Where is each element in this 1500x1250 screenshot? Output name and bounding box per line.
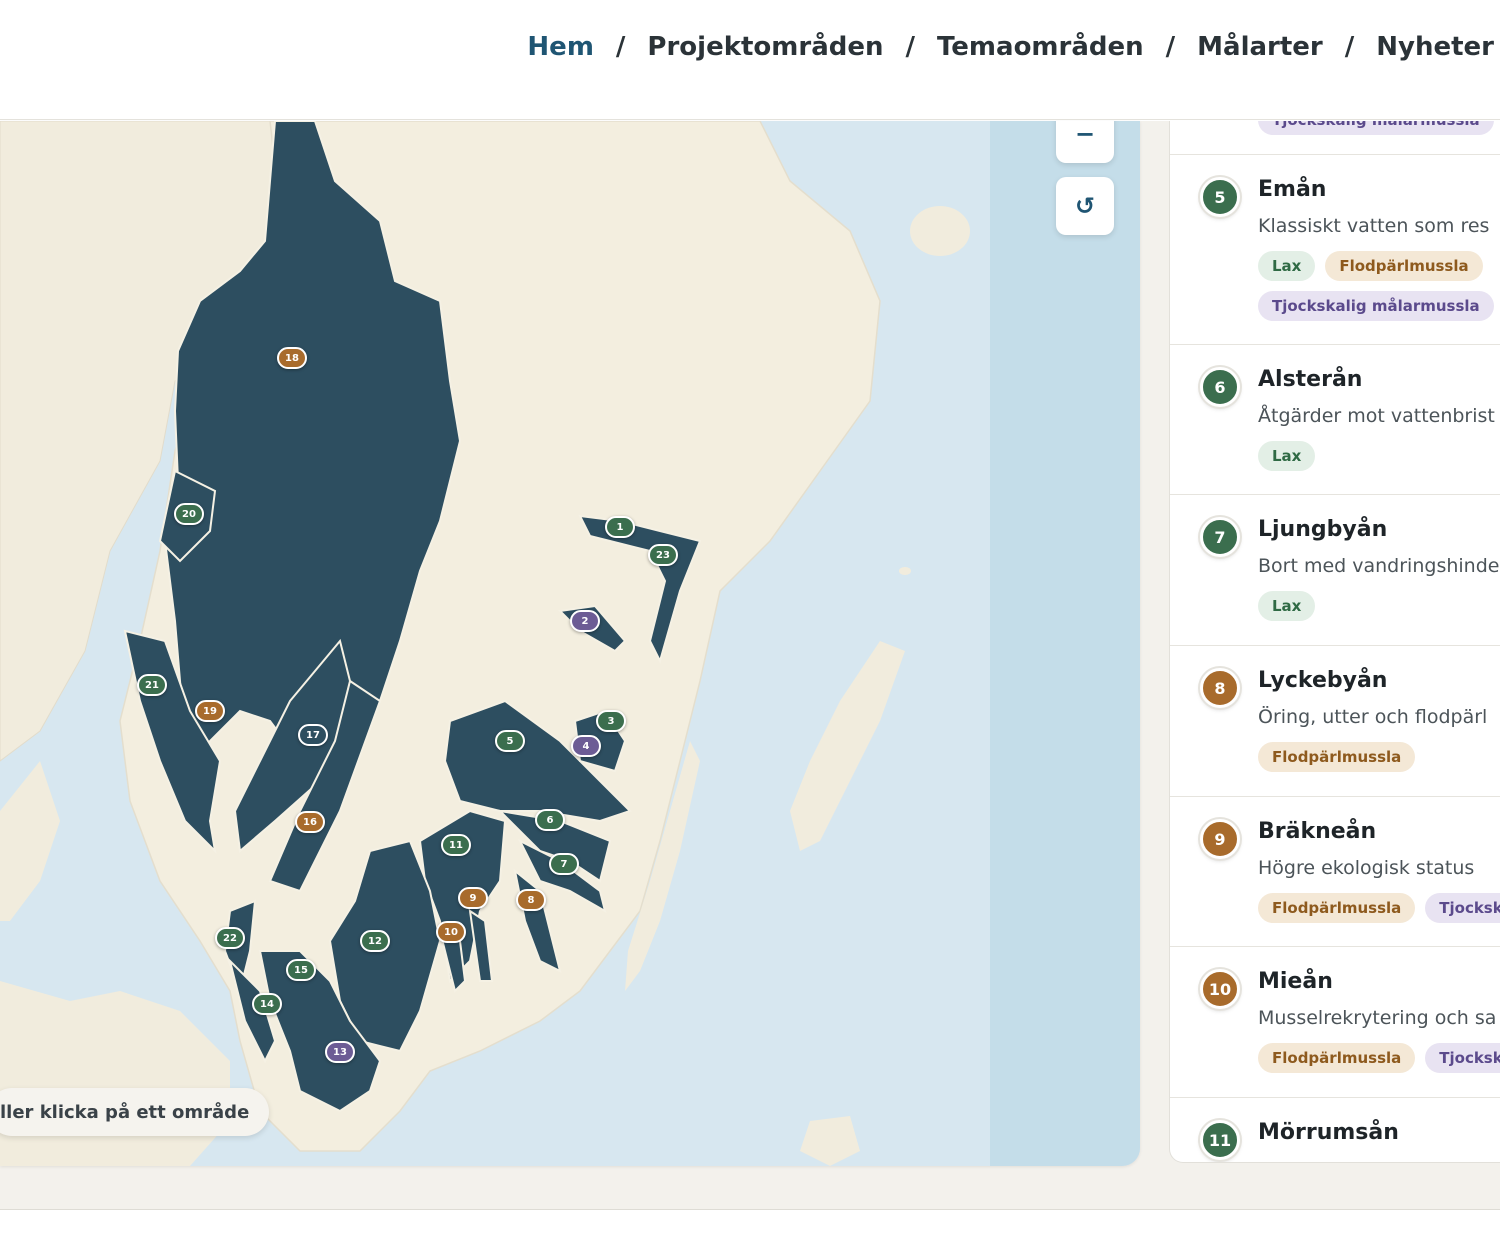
item-tags: Flodpärlmussla Tjocksk xyxy=(1258,893,1500,923)
tag-flodparlmussla: Flodpärlmussla xyxy=(1325,251,1483,281)
list-item-morrumsan[interactable]: 11 Mörrumsån xyxy=(1170,1098,1500,1162)
list-item-eman[interactable]: 5 Emån Klassiskt vatten som res Lax Flod… xyxy=(1170,155,1500,345)
item-number-badge: 8 xyxy=(1200,668,1240,708)
item-tags: Lax Flodpärlmussla Tjockskalig målarmuss… xyxy=(1258,251,1500,321)
item-title: Bräkneån xyxy=(1258,819,1377,844)
list-item-brakneaan[interactable]: 9 Bräkneån Högre ekologisk status Flodpä… xyxy=(1170,797,1500,947)
map-canvas xyxy=(0,121,1140,1166)
item-number-badge: 6 xyxy=(1200,367,1240,407)
map-marker-18[interactable]: 18 xyxy=(277,347,307,369)
item-title: Alsterån xyxy=(1258,367,1363,392)
reset-icon: ↺ xyxy=(1074,192,1096,220)
item-tags: Flodpärlmussla Tjocksk xyxy=(1258,1043,1500,1073)
item-title: Emån xyxy=(1258,177,1327,202)
item-title: Ljungbyån xyxy=(1258,517,1388,542)
map-marker-14[interactable]: 14 xyxy=(252,993,282,1015)
map-marker-10[interactable]: 10 xyxy=(436,921,466,943)
map-marker-2[interactable]: 2 xyxy=(570,610,600,632)
list-item-lyckebyan[interactable]: 8 Lyckebyån Öring, utter och flodpärl Fl… xyxy=(1170,646,1500,797)
nav-separator: / xyxy=(1344,32,1355,62)
nav-separator: / xyxy=(615,32,626,62)
tag-lax: Lax xyxy=(1258,591,1316,621)
item-description: Öring, utter och flodpärl xyxy=(1258,706,1488,728)
item-title: Mieån xyxy=(1258,969,1333,994)
nav-link-temaomraden[interactable]: Temaområden xyxy=(937,32,1144,62)
item-tags: Lax xyxy=(1258,441,1500,471)
map-marker-13[interactable]: 13 xyxy=(325,1041,355,1063)
list-item-alsteran[interactable]: 6 Alsterån Åtgärder mot vattenbrist Lax xyxy=(1170,345,1500,495)
map-marker-21[interactable]: 21 xyxy=(137,674,167,696)
tag-tjockskalig-malarmussla: Tjockskalig målarmussla xyxy=(1258,121,1494,135)
list-item-miean[interactable]: 10 Mieån Musselrekrytering och sa Flodpä… xyxy=(1170,947,1500,1098)
tag-tjockskalig-malarmussla: Tjocksk xyxy=(1425,893,1500,923)
nav-link-nyheter[interactable]: Nyheter xyxy=(1376,32,1494,62)
nav-separator: / xyxy=(905,32,916,62)
item-title: Lyckebyån xyxy=(1258,668,1388,693)
tag-lax: Lax xyxy=(1258,251,1316,281)
map-marker-12[interactable]: 12 xyxy=(360,930,390,952)
map-marker-20[interactable]: 20 xyxy=(174,503,204,525)
item-description: Klassiskt vatten som res xyxy=(1258,215,1490,237)
reset-view-button[interactable]: ↺ xyxy=(1056,177,1114,235)
zoom-out-button[interactable]: − xyxy=(1056,121,1114,163)
map-marker-3[interactable]: 3 xyxy=(596,710,626,732)
tag-flodparlmussla: Flodpärlmussla xyxy=(1258,1043,1416,1073)
content-area: 1 2 3 4 5 6 7 8 9 10 11 12 13 14 15 16 1… xyxy=(0,121,1500,1209)
item-number-badge: 7 xyxy=(1200,517,1240,557)
map-marker-22[interactable]: 22 xyxy=(215,927,245,949)
map-marker-19[interactable]: 19 xyxy=(195,700,225,722)
tag-tjockskalig-malarmussla: Tjockskalig målarmussla xyxy=(1258,291,1494,321)
item-description: Högre ekologisk status xyxy=(1258,857,1475,879)
nav-links: Hem / Projektområden / Temaområden / Mål… xyxy=(527,32,1494,62)
item-number-badge: 11 xyxy=(1200,1120,1240,1160)
item-description: Åtgärder mot vattenbrist xyxy=(1258,405,1495,427)
tag-lax: Lax xyxy=(1258,441,1316,471)
map-marker-7[interactable]: 7 xyxy=(549,853,579,875)
top-navigation: Hem / Projektområden / Temaområden / Mål… xyxy=(0,0,1500,120)
project-map[interactable]: 1 2 3 4 5 6 7 8 9 10 11 12 13 14 15 16 1… xyxy=(0,121,1140,1166)
map-hint: ller klicka på ett område xyxy=(0,1088,270,1136)
item-tags: Lax xyxy=(1258,591,1500,621)
map-marker-17[interactable]: 17 xyxy=(298,724,328,746)
tag-tjockskalig-malarmussla: Tjocksk xyxy=(1425,1043,1500,1073)
map-marker-1[interactable]: 1 xyxy=(605,516,635,538)
minus-icon: − xyxy=(1074,121,1096,148)
item-number-badge: 9 xyxy=(1200,819,1240,859)
nav-link-projektomraden[interactable]: Projektområden xyxy=(647,32,883,62)
item-description: Musselrekrytering och sa xyxy=(1258,1007,1497,1029)
tag-flodparlmussla: Flodpärlmussla xyxy=(1258,742,1416,772)
map-marker-5[interactable]: 5 xyxy=(495,730,525,752)
nav-separator: / xyxy=(1165,32,1176,62)
map-marker-23[interactable]: 23 xyxy=(648,544,678,566)
item-number-badge: 10 xyxy=(1200,969,1240,1009)
list-item-ljungbyan[interactable]: 7 Ljungbyån Bort med vandringshinde Lax xyxy=(1170,495,1500,646)
list-item-previous[interactable]: Tjockskalig målarmussla xyxy=(1170,121,1500,155)
map-marker-15[interactable]: 15 xyxy=(286,959,316,981)
map-marker-6[interactable]: 6 xyxy=(535,809,565,831)
nav-link-malarter[interactable]: Målarter xyxy=(1197,32,1323,62)
tag-flodparlmussla: Flodpärlmussla xyxy=(1258,893,1416,923)
map-marker-16[interactable]: 16 xyxy=(295,811,325,833)
item-number-badge: 5 xyxy=(1200,177,1240,217)
project-list-panel: Tjockskalig målarmussla 5 Emån Klassiskt… xyxy=(1169,121,1500,1163)
map-marker-11[interactable]: 11 xyxy=(441,834,471,856)
map-marker-8[interactable]: 8 xyxy=(516,889,546,911)
map-marker-4[interactable]: 4 xyxy=(571,735,601,757)
map-marker-9[interactable]: 9 xyxy=(458,887,488,909)
page-footer xyxy=(0,1209,1500,1250)
item-title: Mörrumsån xyxy=(1258,1120,1399,1145)
item-tags: Flodpärlmussla xyxy=(1258,742,1500,772)
nav-link-hem[interactable]: Hem xyxy=(527,32,594,62)
item-description: Bort med vandringshinde xyxy=(1258,555,1500,577)
